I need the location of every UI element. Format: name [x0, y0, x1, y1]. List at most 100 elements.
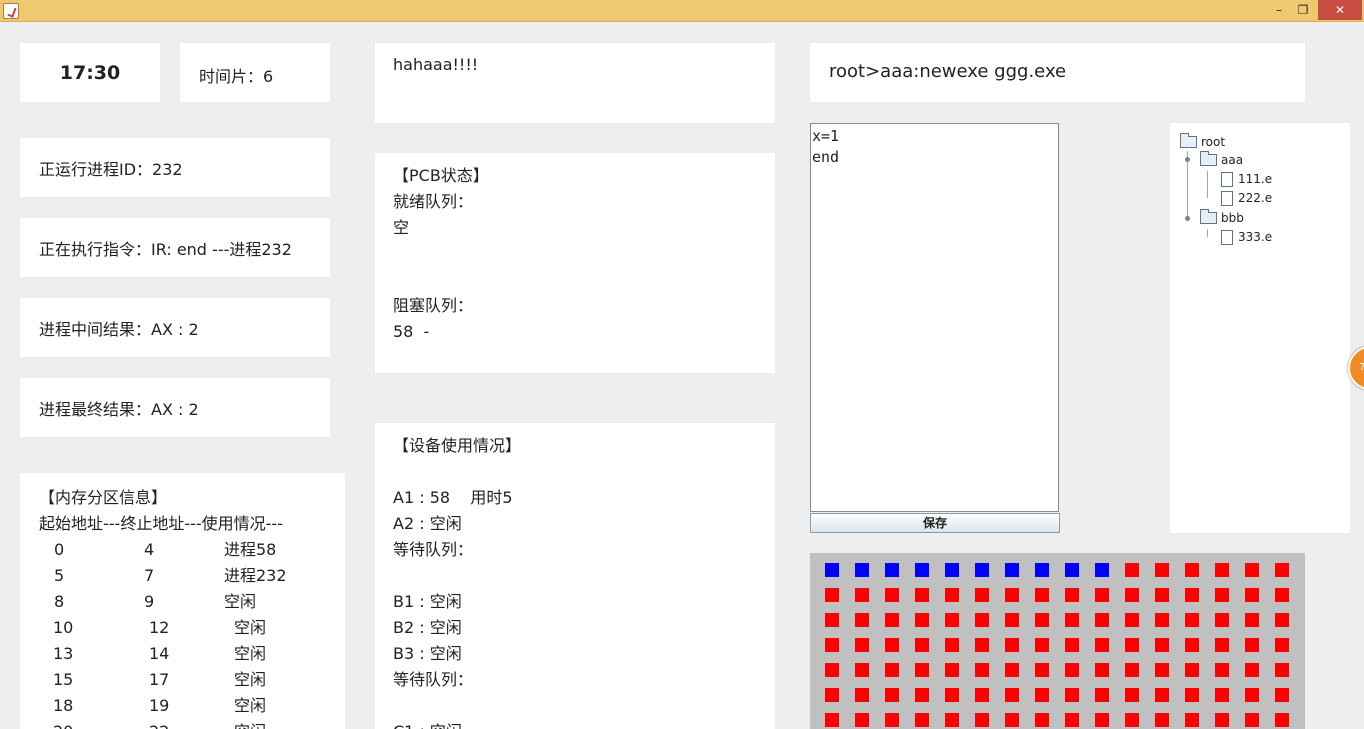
disk-block [1215, 688, 1229, 702]
disk-block [1275, 713, 1289, 727]
disk-block [1005, 713, 1019, 727]
floating-badge-icon[interactable]: 77 [1348, 346, 1364, 390]
disk-block [975, 713, 989, 727]
tree-node-bbb[interactable]: bbb [1200, 209, 1244, 227]
tree-node-label: 333.e [1238, 230, 1273, 244]
disk-block [1095, 713, 1109, 727]
device-a1: A1 : 58 用时5 [393, 488, 513, 507]
disk-block [1185, 688, 1199, 702]
disk-block [1155, 688, 1169, 702]
disk-block [975, 588, 989, 602]
code-editor-textarea[interactable]: x=1 end [810, 123, 1059, 512]
disk-block [1215, 663, 1229, 677]
memory-start-address: 18 [53, 696, 74, 715]
disk-block [1125, 638, 1139, 652]
tree-node-111[interactable]: 111.e [1221, 170, 1272, 188]
disk-block [915, 563, 929, 577]
tree-line [1207, 229, 1208, 237]
device-a-wait-queue: 等待队列： [393, 540, 474, 559]
disk-block [1125, 588, 1139, 602]
disk-block [1035, 563, 1049, 577]
disk-block [1155, 563, 1169, 577]
tree-node-label: aaa [1221, 153, 1244, 167]
memory-start-address: 10 [53, 618, 74, 637]
disk-block [1005, 588, 1019, 602]
disk-block [1125, 563, 1139, 577]
disk-block [885, 588, 899, 602]
save-button[interactable]: 保存 [810, 513, 1060, 533]
disk-block [1005, 663, 1019, 677]
disk-block [1185, 638, 1199, 652]
memory-start-address: 15 [53, 670, 74, 689]
minimize-button[interactable]: – [1268, 0, 1290, 20]
disk-block [1095, 688, 1109, 702]
device-a2: A2 : 空闲 [393, 514, 462, 533]
disk-block [945, 688, 959, 702]
file-icon [1221, 229, 1233, 245]
memory-usage: 空闲 [234, 696, 267, 715]
tree-node-333[interactable]: 333.e [1221, 228, 1272, 246]
disk-block [975, 638, 989, 652]
disk-block [825, 688, 839, 702]
device-b2: B2 : 空闲 [393, 618, 462, 637]
device-c1: C1 : 空闲 [393, 719, 775, 729]
disk-block [1035, 688, 1049, 702]
disk-block [855, 563, 869, 577]
executing-instruction: 正在执行指令：IR: end ---进程232 [20, 218, 330, 277]
memory-row: 5 7 进程232 [39, 563, 345, 589]
ready-queue-label: 就绪队列： [393, 192, 474, 211]
tree-expand-toggle-icon[interactable] [1185, 216, 1190, 221]
file-icon [1221, 190, 1233, 206]
folder-icon [1200, 151, 1217, 166]
tree-node-aaa[interactable]: aaa [1200, 151, 1243, 169]
file-tree: root aaa 111.e 222.e bbb 333.e [1170, 123, 1350, 533]
disk-block [885, 638, 899, 652]
disk-block [915, 588, 929, 602]
tree-node-root[interactable]: root [1180, 133, 1225, 151]
disk-block [1245, 563, 1259, 577]
disk-block [1155, 638, 1169, 652]
tree-node-label: root [1201, 135, 1226, 149]
disk-block [1215, 713, 1229, 727]
disk-block [1275, 638, 1289, 652]
memory-start-address: 13 [53, 644, 74, 663]
disk-block [975, 663, 989, 677]
command-line-display: root>aaa:newexe ggg.exe [810, 43, 1305, 102]
disk-block [915, 688, 929, 702]
blocked-queue-label: 阻塞队列： [393, 296, 474, 315]
memory-start-address: 20 [53, 719, 73, 729]
tree-node-label: bbb [1221, 211, 1244, 225]
disk-block [1245, 638, 1259, 652]
memory-end-address: 19 [149, 696, 170, 715]
device-usage-panel: 【设备使用情况】 A1 : 58 用时5 A2 : 空闲 等待队列： B1 : … [375, 423, 775, 729]
close-button[interactable]: ✕ [1318, 0, 1362, 20]
disk-block [1065, 588, 1079, 602]
disk-block [1245, 613, 1259, 627]
tree-expand-toggle-icon[interactable] [1185, 157, 1190, 162]
disk-block [1065, 563, 1079, 577]
disk-block [1035, 588, 1049, 602]
memory-title: 【内存分区信息】 [39, 488, 168, 507]
memory-usage: 进程58 [224, 540, 277, 559]
disk-block [1245, 713, 1259, 727]
memory-end-address: 14 [149, 644, 170, 663]
device-b-wait-queue: 等待队列： [393, 670, 474, 689]
disk-block [1155, 613, 1169, 627]
tree-node-222[interactable]: 222.e [1221, 189, 1272, 207]
disk-block [1185, 663, 1199, 677]
disk-block [1215, 613, 1229, 627]
disk-block [855, 613, 869, 627]
disk-block [945, 613, 959, 627]
memory-end-address: 7 [144, 566, 155, 585]
disk-block [825, 713, 839, 727]
disk-block [945, 588, 959, 602]
disk-block [1275, 688, 1289, 702]
disk-block [1005, 638, 1019, 652]
disk-block [1155, 713, 1169, 727]
disk-block [1035, 613, 1049, 627]
disk-block [1095, 613, 1109, 627]
disk-block [855, 688, 869, 702]
message-display: hahaaa!!!! [375, 43, 775, 123]
disk-block [855, 663, 869, 677]
maximize-button[interactable]: ❐ [1292, 0, 1314, 20]
